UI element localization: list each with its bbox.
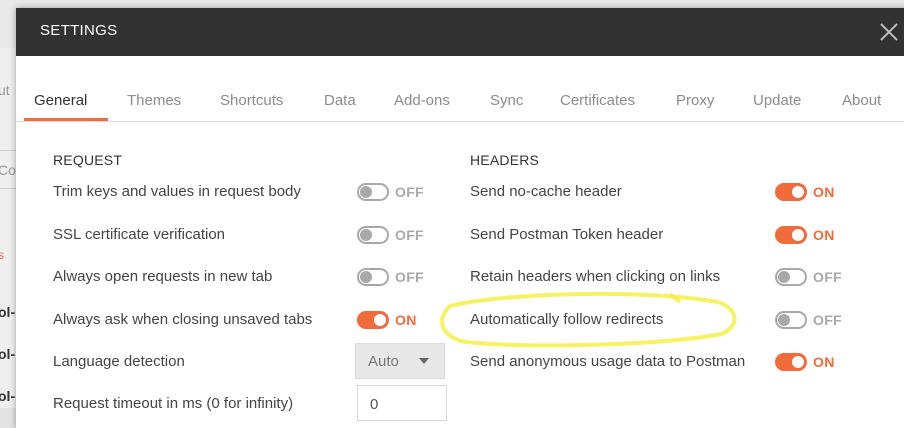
background-fragment: Co [0, 162, 16, 178]
toggle-knob [792, 356, 804, 368]
follow-redirects-toggle[interactable] [775, 311, 807, 329]
no-cache-header-toggle[interactable] [775, 183, 807, 201]
close-icon [880, 23, 898, 41]
background-fragment: ol- [0, 304, 16, 320]
setting-label: Trim keys and values in request body [53, 183, 301, 200]
toggle-knob [792, 229, 804, 241]
tab-shortcuts[interactable]: Shortcuts [220, 92, 283, 109]
toggle-knob [778, 314, 790, 326]
toggle-state: OFF [813, 269, 842, 285]
toggle-knob [360, 229, 372, 241]
tab-about[interactable]: About [842, 92, 881, 109]
language-detection-select[interactable]: Auto [355, 343, 445, 379]
retain-headers-toggle[interactable] [775, 268, 807, 286]
tab-update[interactable]: Update [753, 92, 801, 109]
setting-label: SSL certificate verification [53, 226, 226, 243]
modal-header: SETTINGS [16, 8, 904, 56]
tab-general[interactable]: General [34, 92, 87, 109]
tab-certificates[interactable]: Certificates [560, 92, 635, 109]
ssl-verification-toggle[interactable] [357, 226, 389, 244]
setting-label: Always open requests in new tab [53, 268, 273, 285]
setting-label: Retain headers when clicking on links [470, 268, 721, 285]
tab-add-ons[interactable]: Add-ons [394, 92, 450, 109]
open-new-tab-toggle[interactable] [357, 268, 389, 286]
toggle-state: ON [813, 227, 835, 243]
toggle-knob [360, 186, 372, 198]
active-tab-indicator [24, 118, 108, 121]
chevron-down-icon [419, 358, 429, 364]
toggle-knob [374, 314, 386, 326]
background-fragment: ol- [0, 388, 16, 404]
toggle-knob [792, 186, 804, 198]
toggle-state: OFF [395, 184, 424, 200]
tab-sync[interactable]: Sync [490, 92, 523, 109]
tab-data[interactable]: Data [324, 92, 356, 109]
setting-label: Automatically follow redirects [470, 311, 664, 328]
request-timeout-input[interactable]: 0 [357, 385, 447, 421]
ask-unsaved-tabs-toggle[interactable] [357, 311, 389, 329]
headers-section-title: HEADERS [470, 152, 540, 168]
close-button[interactable] [876, 19, 902, 45]
background-fragment: ol- [0, 346, 16, 362]
anonymous-usage-toggle[interactable] [775, 353, 807, 371]
settings-modal: SETTINGS General Themes Shortcuts Data A… [16, 8, 904, 428]
postman-token-toggle[interactable] [775, 226, 807, 244]
modal-title: SETTINGS [40, 22, 118, 39]
toggle-state: OFF [395, 227, 424, 243]
request-section-title: REQUEST [53, 152, 123, 168]
setting-label: Send Postman Token header [470, 226, 664, 243]
background-fragment: s [0, 248, 4, 262]
trim-keys-toggle[interactable] [357, 183, 389, 201]
select-value: Auto [368, 353, 399, 370]
setting-label: Language detection [53, 353, 185, 370]
toggle-state: OFF [395, 269, 424, 285]
setting-label: Send anonymous usage data to Postman [470, 353, 746, 370]
toggle-state: ON [813, 184, 835, 200]
toggle-state: ON [395, 312, 417, 328]
setting-label: Send no-cache header [470, 183, 622, 200]
tab-proxy[interactable]: Proxy [676, 92, 714, 109]
background-fragment: ut [0, 82, 10, 98]
setting-label: Always ask when closing unsaved tabs [53, 311, 313, 328]
settings-tabs: General Themes Shortcuts Data Add-ons Sy… [16, 56, 904, 122]
toggle-knob [778, 271, 790, 283]
setting-label: Request timeout in ms (0 for infinity) [53, 395, 294, 412]
toggle-state: ON [813, 354, 835, 370]
input-value: 0 [370, 396, 379, 413]
toggle-knob [360, 271, 372, 283]
tab-themes[interactable]: Themes [127, 92, 181, 109]
toggle-state: OFF [813, 312, 842, 328]
